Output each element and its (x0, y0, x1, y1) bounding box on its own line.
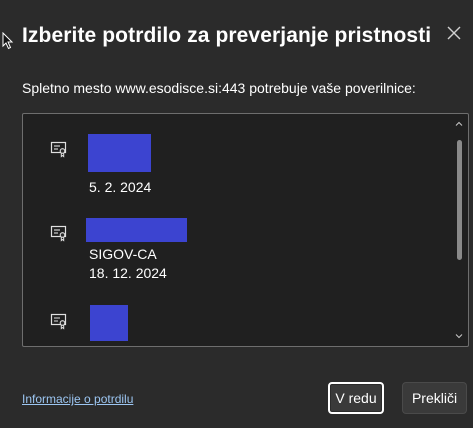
close-icon[interactable] (443, 22, 465, 44)
redacted-certificate-name (90, 305, 128, 341)
list-scrollbar[interactable] (452, 116, 466, 344)
certificate-date: 5. 2. 2024 (89, 179, 152, 195)
certificate-item[interactable]: SIGOV-CA 18. 12. 2024 (23, 204, 448, 294)
redacted-certificate-name (88, 134, 151, 172)
certificate-icon (50, 141, 67, 158)
certificate-issuer: SIGOV-CA (89, 246, 157, 262)
certificate-info-link[interactable]: Informacije o potrdilu (22, 392, 133, 406)
certificate-selection-dialog: Izberite potrdilo za preverjanje pristno… (0, 0, 473, 428)
chevron-up-icon[interactable] (455, 120, 463, 128)
certificate-list[interactable]: 5. 2. 2024 SIGOV-CA 18. 12. 2024 (22, 113, 469, 347)
dialog-subtitle: Spletno mesto www.esodisce.si:443 potreb… (22, 80, 416, 96)
certificate-date: 18. 12. 2024 (89, 265, 167, 281)
ok-button-label: V redu (335, 390, 377, 406)
certificate-item[interactable] (23, 294, 448, 346)
redacted-certificate-name (86, 218, 187, 242)
chevron-down-icon[interactable] (455, 332, 463, 340)
cancel-button-label: Prekliči (411, 390, 458, 406)
ok-button[interactable]: V redu (328, 382, 384, 414)
certificate-icon (50, 225, 67, 242)
certificate-icon (50, 313, 67, 330)
scrollbar-thumb[interactable] (457, 140, 462, 260)
mouse-cursor-icon (2, 32, 14, 50)
certificate-item[interactable]: 5. 2. 2024 (23, 114, 448, 204)
cancel-button[interactable]: Prekliči (402, 382, 467, 414)
dialog-title: Izberite potrdilo za preverjanje pristno… (22, 24, 432, 47)
